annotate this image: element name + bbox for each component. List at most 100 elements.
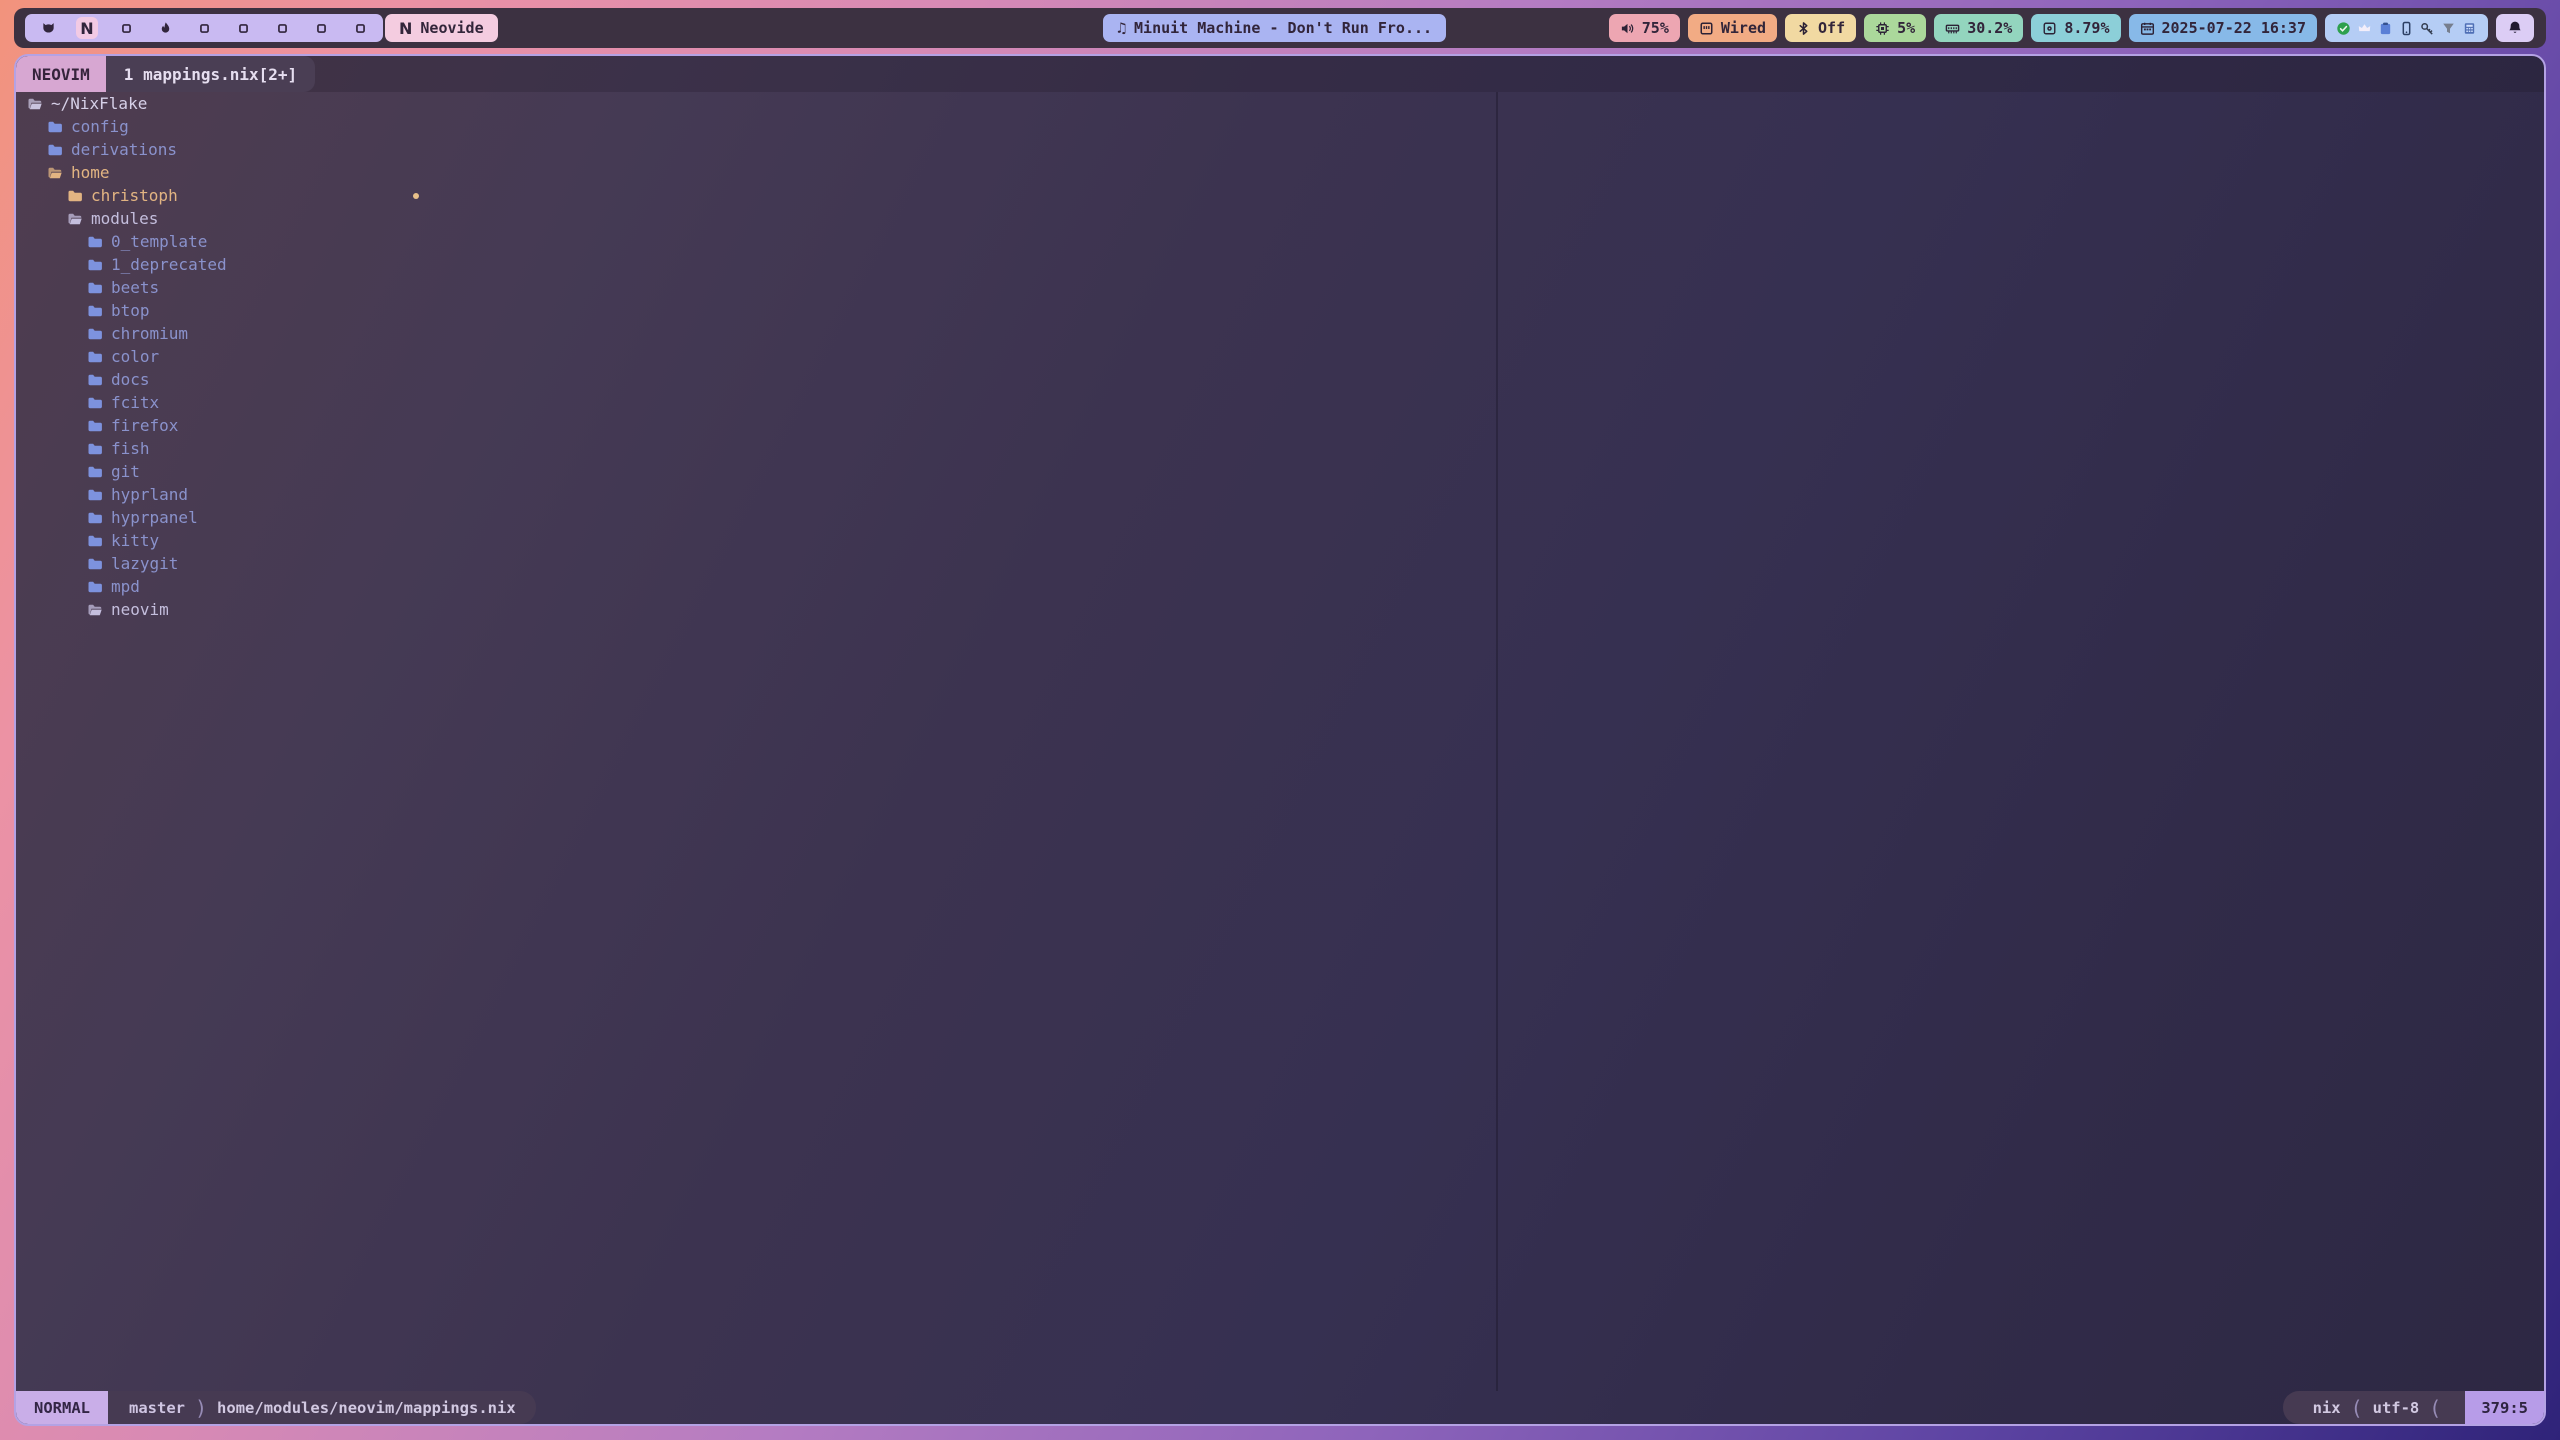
tree-row[interactable]: home	[16, 161, 437, 184]
tree-row[interactable]: 0_template	[16, 230, 437, 253]
tree-row[interactable]: hyprpanel	[16, 506, 437, 529]
tree-row[interactable]: firefox	[16, 414, 437, 437]
folder-icon	[67, 188, 83, 204]
folder-icon	[87, 418, 103, 434]
workspace-item[interactable]	[271, 17, 293, 39]
tree-row[interactable]: docs	[16, 368, 437, 391]
ram-icon	[1945, 21, 1960, 36]
folder-open-icon	[27, 96, 43, 112]
workspace-active[interactable]: N	[76, 17, 98, 39]
folder-icon	[87, 441, 103, 457]
tree-row[interactable]: lazygit	[16, 552, 437, 575]
disk-icon	[2042, 21, 2057, 36]
neovide-logo-icon: N	[399, 19, 412, 38]
tree-label: neovim	[111, 598, 169, 621]
tree-label: btop	[111, 299, 150, 322]
statusline-right: nix ( utf-8 (	[2283, 1391, 2466, 1424]
stat-pill-disk[interactable]: 8.79%	[2031, 14, 2120, 42]
tree-row[interactable]: fish	[16, 437, 437, 460]
tree-label: fcitx	[111, 391, 159, 414]
tree-row[interactable]: beets	[16, 276, 437, 299]
workspace-item[interactable]	[349, 17, 371, 39]
workspace-item[interactable]	[232, 17, 254, 39]
encoding-label: utf-8	[2373, 1399, 2420, 1417]
tree-row[interactable]: derivations	[16, 138, 437, 161]
editor-left-pane[interactable]	[437, 92, 1494, 1391]
system-tray[interactable]	[2325, 14, 2488, 42]
clipboard-icon	[2378, 21, 2393, 36]
tree-row[interactable]: 1_deprecated	[16, 253, 437, 276]
top-bar: N N Neovide ♫ Minuit Machine - Don't Run…	[14, 8, 2546, 48]
tree-row[interactable]: neovim	[16, 598, 437, 621]
stat-pill-ethernet[interactable]: Wired	[1688, 14, 1777, 42]
modified-dot	[413, 193, 419, 199]
git-branch-label: master	[129, 1399, 185, 1417]
square-icon	[314, 21, 329, 36]
tree-row[interactable]: mpd	[16, 575, 437, 598]
filetype-label: nix	[2313, 1399, 2341, 1417]
editor-right-pane[interactable]	[1502, 92, 2544, 1391]
stat-label: 8.79%	[2064, 19, 2109, 37]
workspace-item[interactable]	[154, 17, 176, 39]
tree-row[interactable]: modules	[16, 207, 437, 230]
tree-row[interactable]: christoph	[16, 184, 437, 207]
stat-label: Off	[1818, 19, 1845, 37]
folder-icon	[87, 487, 103, 503]
git-branch: master	[122, 1399, 185, 1417]
workspace-item[interactable]	[115, 17, 137, 39]
cursor-position: 379:5	[2465, 1391, 2544, 1424]
statusline-divider: (	[2429, 1396, 2441, 1420]
tree-row[interactable]: chromium	[16, 322, 437, 345]
system-stats: 75% Wired Off 5% 30.2% 8.79% 2025-07-22 16:37	[1609, 14, 2534, 42]
stat-label: Wired	[1721, 19, 1766, 37]
tree-label: home	[71, 161, 110, 184]
workspace-item[interactable]	[193, 17, 215, 39]
notification-bell[interactable]	[2496, 14, 2534, 42]
square-icon	[353, 21, 368, 36]
folder-icon	[87, 395, 103, 411]
tree-row[interactable]: btop	[16, 299, 437, 322]
folder-icon	[87, 349, 103, 365]
desktop: N N Neovide ♫ Minuit Machine - Don't Run…	[0, 0, 2560, 1440]
tabline-buffer-tab[interactable]: 1 mappings.nix[2+]	[106, 56, 315, 92]
statusline-left: master ) home/modules/neovim/mappings.ni…	[108, 1391, 536, 1424]
flame-icon	[158, 21, 173, 36]
folder-icon	[47, 119, 63, 135]
folder-icon	[87, 234, 103, 250]
stat-pill-speaker[interactable]: 75%	[1609, 14, 1680, 42]
tree-label: hyprland	[111, 483, 188, 506]
workspace-switcher[interactable]: N	[25, 14, 383, 42]
stat-pill-chip[interactable]: 5%	[1864, 14, 1926, 42]
stat-pill-bluetooth[interactable]: Off	[1785, 14, 1856, 42]
tree-label: 0_template	[111, 230, 207, 253]
workspace-item[interactable]	[37, 17, 59, 39]
tree-row[interactable]: fcitx	[16, 391, 437, 414]
statusline-divider: (	[2351, 1396, 2363, 1420]
tree-row[interactable]: git	[16, 460, 437, 483]
stat-pill-calendar[interactable]: 2025-07-22 16:37	[2129, 14, 2318, 42]
stat-pill-ram[interactable]: 30.2%	[1934, 14, 2023, 42]
statusline: NORMAL master ) home/modules/neovim/mapp…	[16, 1391, 2544, 1424]
window-title-tab[interactable]: N Neovide	[385, 14, 498, 42]
neovim-icon: N	[80, 19, 93, 38]
tree-label: chromium	[111, 322, 188, 345]
tree-label: mpd	[111, 575, 140, 598]
tree-row[interactable]: hyprland	[16, 483, 437, 506]
bell-icon	[2507, 20, 2523, 36]
folder-icon	[87, 280, 103, 296]
square-icon	[236, 21, 251, 36]
tree-label: firefox	[111, 414, 178, 437]
neovide-window: NEOVIM 1 mappings.nix[2+] ~/NixFlakeconf…	[14, 54, 2546, 1426]
folder-icon	[87, 326, 103, 342]
tree-row[interactable]: config	[16, 115, 437, 138]
tree-row[interactable]: ~/NixFlake	[16, 92, 437, 115]
stat-label: 30.2%	[1967, 19, 2012, 37]
music-widget[interactable]: ♫ Minuit Machine - Don't Run Fro...	[1103, 14, 1446, 42]
workspace-item[interactable]	[310, 17, 332, 39]
mode-indicator: NORMAL	[16, 1391, 108, 1424]
folder-icon	[47, 142, 63, 158]
tree-row[interactable]: kitty	[16, 529, 437, 552]
tree-row[interactable]: color	[16, 345, 437, 368]
calculator-icon	[2462, 21, 2477, 36]
calendar-icon	[2140, 21, 2155, 36]
